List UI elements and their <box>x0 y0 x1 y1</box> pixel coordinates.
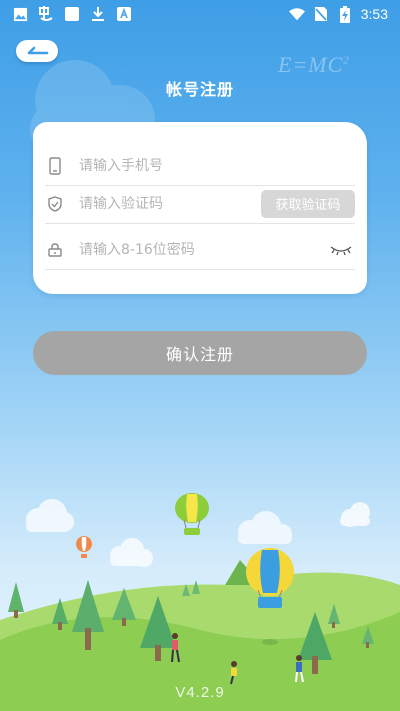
phone-icon <box>45 156 65 176</box>
page-title: 帐号注册 <box>165 80 234 99</box>
tree <box>8 582 24 618</box>
back-arrow-icon <box>27 46 49 55</box>
eye-closed-icon[interactable] <box>329 242 353 258</box>
tree <box>298 612 332 674</box>
mountain <box>250 568 278 585</box>
balloon-orange <box>76 536 92 558</box>
download-icon <box>90 6 106 22</box>
person-figure <box>230 661 237 685</box>
shield-icon <box>45 194 65 214</box>
tree <box>362 626 374 648</box>
formula-decoration: E=MC2 <box>278 52 350 78</box>
get-code-button[interactable]: 获取验证码 <box>261 189 355 218</box>
formula-superscript: 2 <box>343 54 350 67</box>
cloud-right <box>340 502 370 527</box>
font-icon <box>116 6 132 22</box>
mountain <box>225 560 262 585</box>
code-input[interactable] <box>79 195 261 212</box>
password-input[interactable] <box>79 241 329 258</box>
register-form-card: 获取验证码 <box>33 122 367 294</box>
app-icon <box>38 6 54 22</box>
image-icon <box>12 6 28 22</box>
tree <box>182 580 200 596</box>
tree <box>52 598 68 630</box>
square-icon <box>64 6 80 22</box>
notification-icons <box>12 6 132 22</box>
status-time: 3:53 <box>360 6 388 22</box>
person-figure <box>295 655 304 683</box>
person-figure <box>171 633 180 663</box>
formula-text: E=MC <box>278 52 344 77</box>
confirm-register-button[interactable]: 确认注册 <box>33 331 367 375</box>
code-row: 获取验证码 <box>45 184 355 224</box>
wifi-icon <box>288 6 305 22</box>
tree <box>140 596 176 661</box>
balloon-yellow-blue <box>246 548 294 645</box>
battery-charging-icon <box>337 5 353 23</box>
tree <box>72 580 104 650</box>
tree <box>328 604 340 628</box>
lock-icon <box>45 240 65 260</box>
cloud-center <box>238 511 292 544</box>
phone-row <box>45 146 355 186</box>
back-button[interactable] <box>16 40 58 62</box>
no-sim-icon <box>313 6 329 22</box>
cloud-left <box>26 499 74 532</box>
status-bar: 3:53 <box>0 0 400 28</box>
cloud-middle <box>110 538 153 567</box>
phone-input[interactable] <box>79 157 355 174</box>
password-row <box>45 230 355 270</box>
app-version: V4.2.9 <box>175 684 225 701</box>
tree <box>112 588 136 626</box>
balloon-green <box>175 493 209 535</box>
system-icons: 3:53 <box>288 5 388 23</box>
